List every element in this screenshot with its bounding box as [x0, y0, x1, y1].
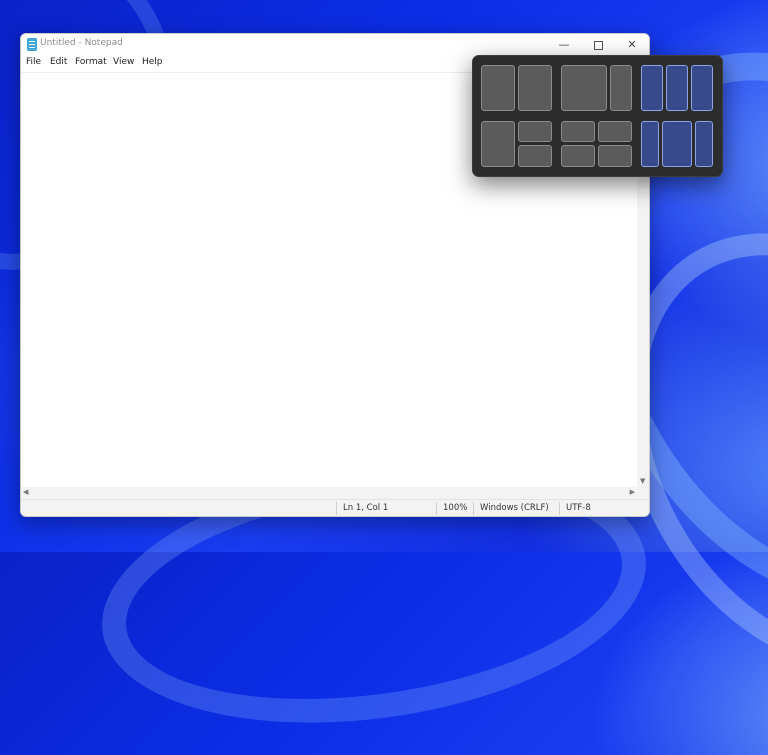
scroll-down-icon[interactable]: ▼: [640, 477, 645, 485]
snap-zone[interactable]: [598, 145, 632, 167]
status-divider: [436, 502, 437, 515]
snap-zone[interactable]: [662, 121, 692, 167]
menu-help[interactable]: Help: [142, 57, 163, 67]
close-button[interactable]: ✕: [615, 34, 649, 56]
menu-edit[interactable]: Edit: [50, 57, 67, 67]
snap-layouts-flyout: [472, 55, 723, 177]
maximize-button[interactable]: [581, 34, 615, 56]
notepad-icon: [27, 38, 37, 51]
status-divider: [336, 502, 337, 515]
scroll-left-icon[interactable]: ◀: [23, 488, 28, 496]
status-bar: Ln 1, Col 1 100% Windows (CRLF) UTF-8: [21, 499, 649, 516]
menu-format[interactable]: Format: [75, 57, 107, 67]
minimize-button[interactable]: —: [547, 34, 581, 56]
snap-zone[interactable]: [561, 145, 595, 167]
snap-zone[interactable]: [561, 65, 607, 111]
status-divider: [559, 502, 560, 515]
snap-zone[interactable]: [518, 121, 552, 142]
snap-zone[interactable]: [561, 121, 595, 142]
menu-file[interactable]: File: [26, 57, 41, 67]
snap-zone[interactable]: [610, 65, 632, 111]
maximize-icon: [593, 40, 603, 50]
snap-zone[interactable]: [666, 65, 688, 111]
snap-zone[interactable]: [598, 121, 632, 142]
snap-zone[interactable]: [641, 121, 659, 167]
status-encoding: UTF-8: [566, 503, 591, 513]
menu-view[interactable]: View: [113, 57, 134, 67]
status-divider: [473, 502, 474, 515]
scroll-right-icon[interactable]: ▶: [630, 488, 635, 496]
snap-zone[interactable]: [691, 65, 713, 111]
snap-zone[interactable]: [481, 121, 515, 167]
status-zoom: 100%: [443, 503, 468, 513]
horizontal-scrollbar[interactable]: ◀ ▶: [21, 487, 637, 499]
snap-zone[interactable]: [518, 65, 552, 111]
scrollbar-corner: [637, 487, 649, 499]
window-title: Untitled - Notepad: [40, 38, 123, 48]
snap-zone[interactable]: [641, 65, 663, 111]
snap-zone[interactable]: [695, 121, 713, 167]
status-position: Ln 1, Col 1: [343, 503, 389, 513]
title-bar[interactable]: Untitled - Notepad — ✕: [21, 34, 649, 56]
status-line-ending: Windows (CRLF): [480, 503, 549, 513]
snap-zone[interactable]: [481, 65, 515, 111]
snap-zone[interactable]: [518, 145, 552, 167]
